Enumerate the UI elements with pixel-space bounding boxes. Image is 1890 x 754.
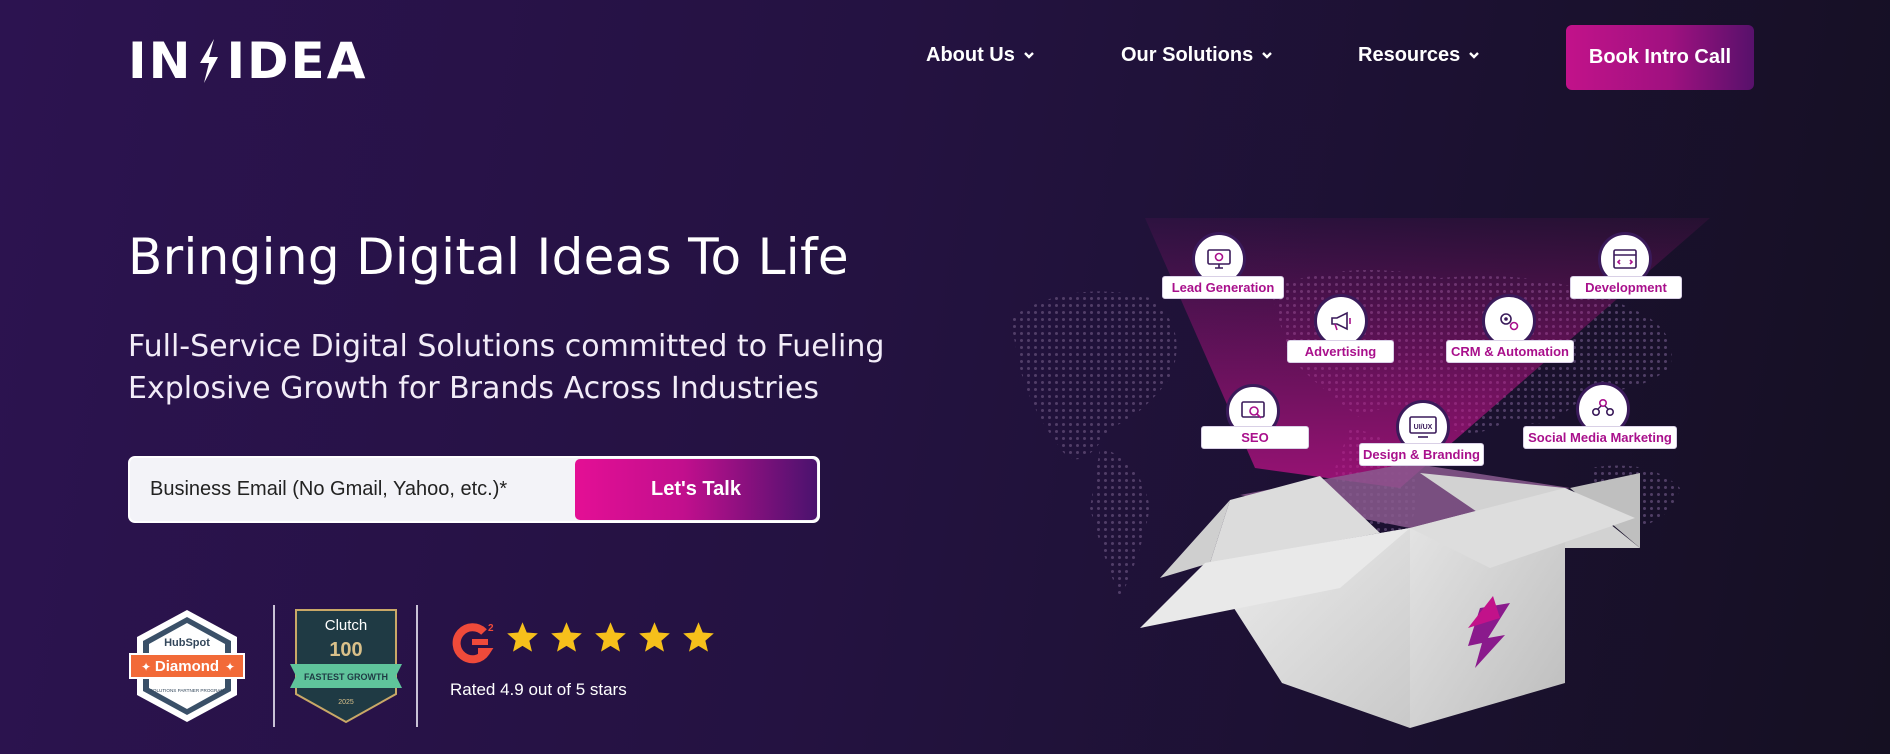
svg-text:✦: ✦ (141, 660, 151, 674)
clutch-year: 2025 (338, 699, 354, 706)
services-box-illustration: Lead Generation Development Advertising … (990, 218, 1760, 754)
business-email-input[interactable] (130, 458, 575, 521)
badge-divider (273, 605, 275, 727)
nav-our-solutions[interactable]: Our Solutions (1121, 40, 1273, 70)
service-social-media-marketing[interactable]: Social Media Marketing (1523, 426, 1677, 449)
g2-rating-text: Rated 4.9 out of 5 stars (450, 680, 627, 699)
svg-text:2: 2 (488, 623, 494, 634)
chevron-down-icon (1469, 52, 1480, 59)
star-icon (551, 622, 582, 652)
logo-text-right: IDEA (226, 32, 368, 90)
clutch-brand: Clutch (325, 617, 368, 634)
logo-text-left: IN (128, 32, 193, 90)
chevron-down-icon (1262, 52, 1273, 59)
book-intro-call-button[interactable]: Book Intro Call (1566, 25, 1754, 90)
hubspot-diamond-badge: HubSpot Diamond ✦ ✦ SOLUTIONS PARTNER PR… (129, 610, 245, 722)
clutch-number: 100 (329, 639, 362, 661)
service-development[interactable]: Development (1570, 276, 1682, 299)
service-advertising[interactable]: Advertising (1287, 340, 1394, 363)
g2-stars (505, 620, 716, 655)
nav-resources-label: Resources (1358, 43, 1461, 66)
hubspot-tier: Diamond (155, 658, 219, 675)
star-icon (683, 622, 714, 652)
brand-logo[interactable]: IN IDEA (128, 32, 367, 90)
g2-logo-icon: 2 (452, 623, 494, 664)
hero-subtitle: Full-Service Digital Solutions committed… (128, 329, 885, 406)
star-icon (507, 622, 538, 652)
lets-talk-button[interactable]: Let's Talk (575, 459, 817, 520)
nav-about-us[interactable]: About Us (926, 40, 1035, 70)
chevron-down-icon (1024, 52, 1034, 59)
clutch-fastest-growth-badge: Clutch 100 FASTEST GROWTH 2025 (290, 609, 402, 724)
nav-resources[interactable]: Resources (1358, 40, 1480, 70)
ui-ux-text: UI/UX (1414, 424, 1433, 431)
hubspot-brand: HubSpot (164, 637, 210, 649)
service-design-branding[interactable]: Design & Branding (1359, 443, 1484, 466)
hubspot-program: SOLUTIONS PARTNER PROGRAM (150, 688, 225, 693)
service-lead-generation[interactable]: Lead Generation (1162, 276, 1284, 299)
star-icon (595, 622, 626, 652)
nav-about-us-label: About Us (926, 43, 1015, 66)
star-icon (639, 622, 670, 652)
email-form: Let's Talk (128, 456, 820, 523)
svg-text:✦: ✦ (225, 660, 235, 674)
service-seo[interactable]: SEO (1201, 426, 1309, 449)
service-crm-automation[interactable]: CRM & Automation (1446, 340, 1574, 363)
logo-bolt-icon (200, 39, 219, 83)
clutch-ribbon: FASTEST GROWTH (304, 672, 388, 682)
nav-our-solutions-label: Our Solutions (1121, 43, 1254, 66)
hero-title: Bringing Digital Ideas To Life (128, 228, 849, 286)
badge-divider (416, 605, 418, 727)
